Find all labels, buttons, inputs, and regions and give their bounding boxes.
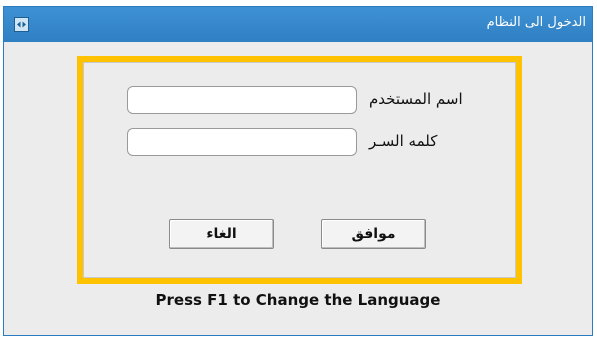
window-title: الدخول الى النظام [486,15,586,30]
login-panel: اسم المستخدم كلمه السـر موافق الغاء [83,62,516,278]
app-icon[interactable] [14,17,29,32]
login-panel-frame: اسم المستخدم كلمه السـر موافق الغاء [77,56,522,284]
language-hint: Press F1 to Change the Language [155,291,441,309]
title-bar[interactable]: الدخول الى النظام [4,7,592,42]
username-label: اسم المستخدم [369,90,463,108]
login-window: الدخول الى النظام اسم المستخدم كلمه السـ… [3,6,593,336]
password-label: كلمه السـر [369,132,438,150]
password-input[interactable] [127,128,357,156]
cancel-button[interactable]: الغاء [169,219,274,249]
username-input[interactable] [127,86,357,114]
app-icon-glyph [17,21,26,28]
ok-button[interactable]: موافق [321,219,426,249]
